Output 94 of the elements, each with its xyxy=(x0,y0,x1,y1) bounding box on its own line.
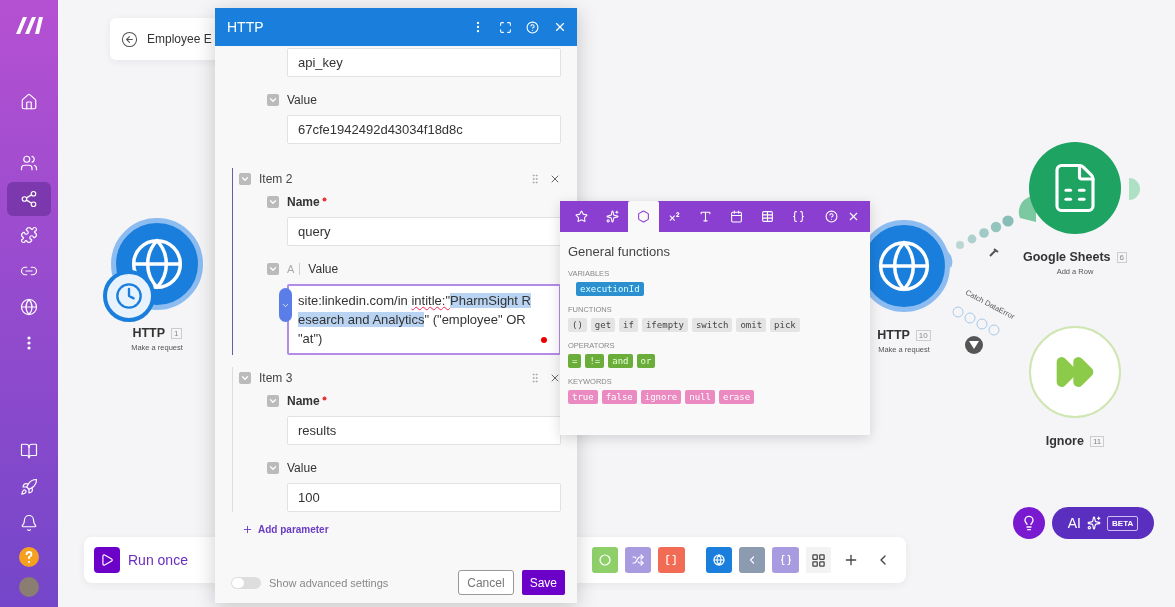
function-token[interactable]: () xyxy=(568,318,587,332)
item-label: Item 2 xyxy=(259,172,294,186)
input-field[interactable]: query xyxy=(287,217,561,246)
sparkles-icon xyxy=(1087,516,1101,530)
toolbar-tool[interactable] xyxy=(705,547,732,573)
module-title: HTTP xyxy=(877,328,910,342)
globe-icon xyxy=(129,236,185,292)
module-number: 6 xyxy=(1116,251,1127,263)
help-icon[interactable] xyxy=(824,210,838,223)
globe-icon xyxy=(20,298,38,316)
scenario-title: Employee E xyxy=(147,32,212,46)
cancel-button[interactable]: Cancel xyxy=(458,570,514,595)
wrench-icon[interactable] xyxy=(989,248,999,257)
brackets-icon xyxy=(665,554,678,566)
grid-button[interactable] xyxy=(805,547,832,573)
text-icon xyxy=(699,210,712,223)
book-icon xyxy=(20,442,38,460)
plus-icon xyxy=(242,524,253,535)
grid-icon xyxy=(810,552,826,568)
dialog-title: HTTP xyxy=(227,19,265,35)
more-icon xyxy=(27,336,31,350)
function-token[interactable]: omit xyxy=(736,318,767,332)
field-label: Value xyxy=(287,461,317,475)
module-title: Google Sheets xyxy=(1023,250,1111,264)
sparkles-icon xyxy=(606,210,619,223)
filter-icon[interactable] xyxy=(965,336,983,354)
module-number: 10 xyxy=(915,329,931,341)
remove-icon[interactable] xyxy=(549,372,561,384)
field-label: Name xyxy=(287,195,320,209)
users-icon xyxy=(20,154,38,172)
help-icon[interactable] xyxy=(19,547,39,567)
module-title: HTTP xyxy=(132,326,166,340)
function-token[interactable]: if xyxy=(619,318,638,332)
function-token[interactable]: pick xyxy=(770,318,800,332)
drag-handle-icon[interactable] xyxy=(529,173,541,185)
item-label: Item 3 xyxy=(259,371,294,385)
toolbar-tool[interactable] xyxy=(624,547,652,573)
function-token[interactable]: switch xyxy=(691,318,733,332)
close-icon[interactable] xyxy=(553,20,567,34)
ai-button[interactable]: AI BETA xyxy=(1052,507,1154,539)
remove-icon[interactable] xyxy=(549,173,561,185)
drag-handle-icon[interactable] xyxy=(529,372,541,384)
function-token[interactable]: ifempty xyxy=(641,318,688,332)
circle-icon xyxy=(598,554,611,566)
run-once-button[interactable]: Run once xyxy=(94,547,585,573)
braces-icon xyxy=(779,554,792,566)
home-icon xyxy=(20,93,38,111)
module-number: 1 xyxy=(171,327,182,339)
shuffle-icon xyxy=(632,554,645,566)
field-label: Value xyxy=(287,93,317,107)
input-field[interactable]: results xyxy=(287,416,561,445)
input-field[interactable]: api_key xyxy=(287,48,561,77)
input-field[interactable]: site:linkedin.com/in intitle:"PharmSight Research and Analytics" ("employee" OR "at") xyxy=(287,284,561,355)
module-number: 11 xyxy=(1089,435,1105,447)
calendar-icon xyxy=(730,210,743,223)
module-title: Ignore xyxy=(1045,434,1084,448)
star-icon xyxy=(575,210,588,223)
toolbar-tool[interactable] xyxy=(739,547,766,573)
mapping-toggle-icon[interactable] xyxy=(279,288,292,322)
toolbar-tool[interactable] xyxy=(658,547,685,573)
input-field[interactable]: 67cfe1942492d43034f18d8c xyxy=(287,115,561,144)
ai-label: AI xyxy=(1067,515,1081,531)
toggle-switch[interactable] xyxy=(231,576,261,589)
panel-title: General functions xyxy=(568,244,671,259)
beta-badge: BETA xyxy=(1107,515,1139,531)
superscript-icon xyxy=(668,210,681,223)
sidebar-item[interactable] xyxy=(7,182,51,216)
puzzle-icon xyxy=(20,226,38,244)
function-token[interactable]: get xyxy=(590,318,616,332)
back-icon[interactable] xyxy=(121,30,138,48)
lightbulb-icon xyxy=(1021,515,1037,531)
save-button[interactable]: Save xyxy=(521,570,565,595)
toggle-label: Show advanced settings xyxy=(269,576,390,589)
share-icon xyxy=(20,190,38,208)
add-parameter-link[interactable]: Add parameter xyxy=(232,524,561,535)
logo-icon[interactable] xyxy=(14,14,44,36)
hexagon-icon xyxy=(637,210,650,223)
help-icon[interactable] xyxy=(526,20,539,34)
status-dot xyxy=(541,337,547,343)
hint-button[interactable] xyxy=(1013,507,1045,539)
toolbar-tool[interactable] xyxy=(772,547,799,573)
expand-icon[interactable] xyxy=(499,20,512,34)
field-label: Value xyxy=(308,262,339,276)
add-handle-icon[interactable] xyxy=(1129,178,1140,200)
globe-icon xyxy=(876,238,932,294)
rocket-icon xyxy=(20,478,38,496)
braces-icon xyxy=(792,210,805,223)
table-icon xyxy=(761,210,774,223)
input-field[interactable]: 100 xyxy=(287,483,561,512)
field-label: Name xyxy=(287,394,320,408)
globe-icon xyxy=(712,554,725,566)
bell-icon xyxy=(20,514,38,532)
play-icon xyxy=(100,553,114,567)
function-tab[interactable] xyxy=(628,201,659,232)
